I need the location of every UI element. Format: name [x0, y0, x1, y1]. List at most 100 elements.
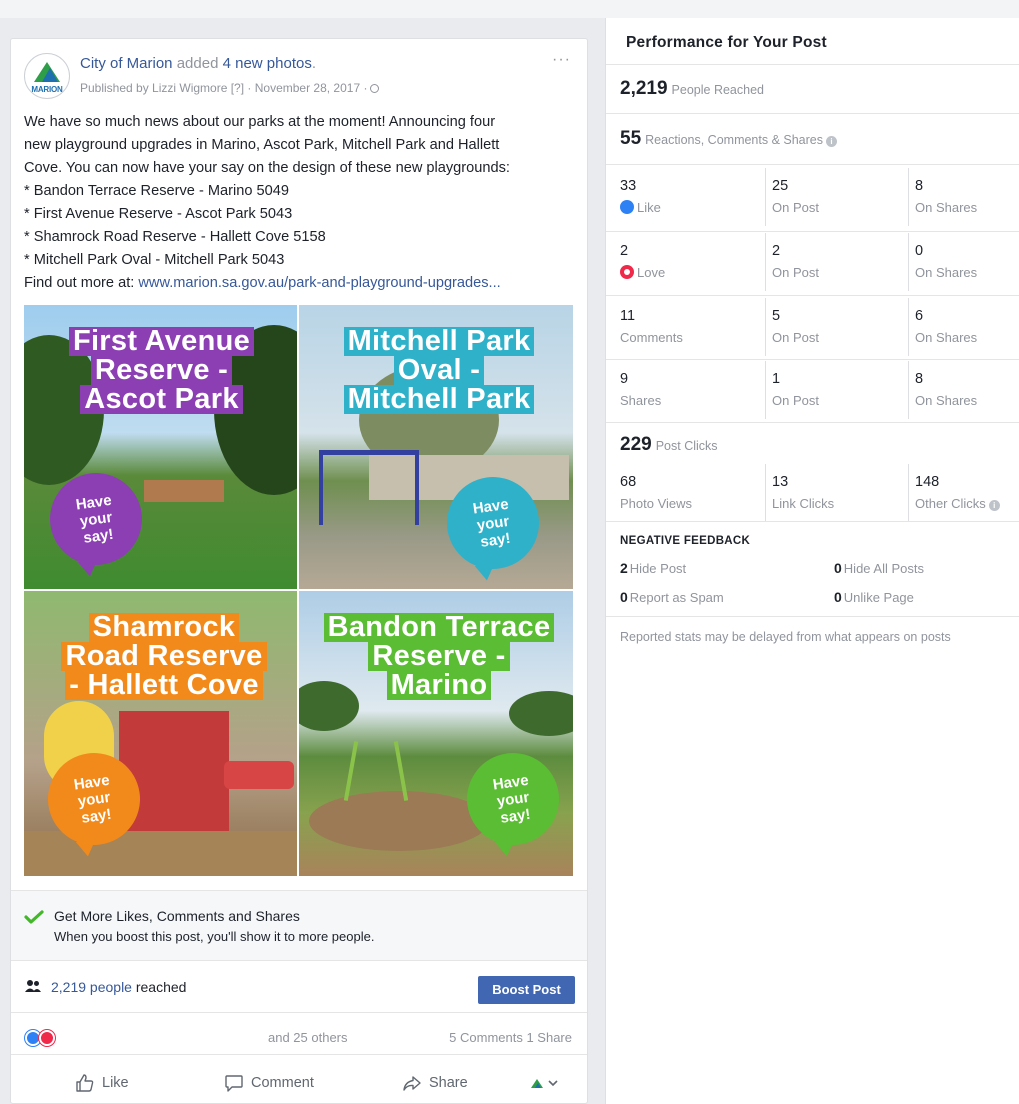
stat-label: On Post — [772, 265, 819, 280]
slide-shape — [224, 761, 294, 789]
reach-text: 2,219 people reached — [51, 979, 186, 995]
photo-grid: First Avenue Reserve - Ascot Park Have yo… — [24, 305, 573, 876]
bubble-line: say! — [479, 529, 512, 551]
building-shape — [144, 480, 224, 502]
stat-label: Comments — [620, 330, 683, 345]
stat-label: On Post — [772, 200, 819, 215]
stat-value: 1 — [772, 371, 781, 387]
divider — [606, 422, 1019, 423]
swing-pole-shape — [343, 741, 359, 801]
post-text-line: * Bandon Terrace Reserve - Marino 5049 — [24, 183, 289, 199]
ground-shape — [24, 831, 297, 876]
share-button[interactable]: Share — [402, 1071, 468, 1095]
stat-value: 8 — [915, 178, 924, 194]
published-by-text[interactable]: Published by Lizzi Wigmore [?] · Novembe… — [80, 81, 367, 95]
stat-value: 5 — [772, 308, 781, 324]
neg-label: Hide Post — [629, 561, 687, 576]
stat-value: 148 — [915, 474, 940, 490]
stat-value: 6 — [915, 308, 924, 324]
stat-cell: 8 On Shares — [908, 361, 1018, 419]
find-more-link[interactable]: www.marion.sa.gov.au/park-and-playground… — [138, 275, 500, 291]
tile-title: First Avenue Reserve - Ascot Park — [54, 327, 269, 414]
boost-tip-subtitle: When you boost this post, you'll show it… — [54, 929, 375, 944]
stat-cell: 0 On Shares — [908, 233, 1018, 291]
tile-title-line: Mitchell Park — [343, 385, 535, 414]
post-card: MARION City of Marion added 4 new photos… — [10, 38, 588, 1104]
stat-value: 9 — [620, 371, 629, 387]
post-text: We have so much news about our parks at … — [24, 111, 584, 295]
other-clicks-text: Other Clicks — [915, 496, 986, 511]
page-avatar[interactable]: MARION — [24, 53, 70, 99]
comment-button[interactable]: Comment — [224, 1071, 314, 1095]
divider — [606, 113, 1019, 114]
tile-title-line: Ascot Park — [80, 385, 243, 414]
bubble-line: say! — [499, 805, 532, 827]
neg-hide-post: 2 Hide Post — [620, 560, 686, 576]
like-text: Like — [637, 200, 661, 215]
stat-row-love: 2 Love 2 On Post 0 On Shares — [606, 233, 1019, 293]
tile-title-line: First Avenue — [68, 327, 255, 356]
info-icon[interactable]: i — [826, 136, 837, 147]
stat-label: On Shares — [915, 265, 978, 280]
love-icon — [620, 265, 634, 279]
tile-title: Shamrock Road Reserve - Hallett Cove — [54, 613, 274, 700]
page-selector-button[interactable] — [529, 1071, 559, 1095]
boost-post-button[interactable]: Boost Post — [478, 976, 575, 1004]
stat-label: Like — [620, 200, 661, 215]
stat-cell: 8 On Shares — [908, 168, 1018, 226]
people-reached-link[interactable]: 2,219 people — [51, 979, 132, 995]
divider — [606, 295, 1019, 296]
stat-label: Link Clicks — [772, 496, 835, 511]
stat-cell: 5 On Post — [765, 298, 905, 356]
reactions-others-text[interactable]: and 25 others — [268, 1030, 348, 1045]
tile-title-line: Reserve - — [90, 356, 233, 385]
post-text-line: * First Avenue Reserve - Ascot Park 5043 — [24, 206, 293, 222]
photos-link[interactable]: 4 new photos — [223, 55, 312, 72]
stat-label: On Post — [772, 330, 819, 345]
boost-tip-title: Get More Likes, Comments and Shares — [54, 908, 300, 924]
info-icon[interactable]: i — [988, 500, 1000, 511]
stat-value: 2 — [772, 243, 781, 259]
stat-value: 2 — [620, 243, 629, 259]
photo-tile-bandon-terrace[interactable]: Bandon Terrace Reserve - Marino Have your… — [299, 591, 573, 876]
post-clicks-number: 229 — [620, 434, 652, 455]
sandpit-shape — [309, 791, 489, 851]
stat-value: 0 — [915, 243, 924, 259]
neg-number: 0 — [834, 589, 842, 605]
photo-tile-shamrock-road[interactable]: Shamrock Road Reserve - Hallett Cove Hav… — [24, 591, 297, 876]
stat-label: On Shares — [915, 330, 978, 345]
love-reaction-icon[interactable] — [39, 1030, 55, 1046]
stat-value: 11 — [620, 308, 636, 324]
tile-title-line: Mitchell Park — [343, 327, 535, 356]
love-text: Love — [637, 265, 666, 280]
divider — [606, 616, 1019, 617]
comment-icon — [225, 1075, 243, 1092]
stat-row-clicks: 68 Photo Views 13 Link Clicks 148 Other … — [606, 464, 1019, 524]
stats-delay-note: Reported stats may be delayed from what … — [620, 630, 951, 644]
photo-tile-first-avenue[interactable]: First Avenue Reserve - Ascot Park Have yo… — [24, 305, 297, 589]
reached-suffix: reached — [135, 979, 187, 995]
performance-panel: Performance for Your Post 2,219 People Re… — [605, 18, 1019, 1104]
post-header: MARION City of Marion added 4 new photos… — [11, 39, 587, 103]
neg-number: 2 — [620, 560, 628, 576]
more-options-icon[interactable]: ··· — [552, 51, 571, 69]
reactions-row: and 25 others 5 Comments 1 Share — [11, 1015, 587, 1055]
tile-title: Mitchell Park Oval - Mitchell Park — [324, 327, 554, 414]
stat-cell: 148 Other Clicks i — [908, 464, 1018, 522]
stat-label: On Shares — [915, 393, 978, 408]
swing-pole-shape — [319, 450, 323, 525]
stat-cell: 2 On Post — [765, 233, 905, 291]
headline-period: . — [311, 55, 316, 72]
like-button[interactable]: Like — [75, 1071, 129, 1095]
page-name-link[interactable]: City of Marion — [80, 55, 173, 72]
stat-value: 33 — [620, 178, 637, 194]
neg-label: Hide All Posts — [843, 561, 924, 576]
neg-label: Unlike Page — [843, 590, 914, 605]
find-more-prefix: Find out more at: — [24, 275, 135, 291]
avatar-logo-text: MARION — [31, 85, 63, 94]
photo-tile-mitchell-park[interactable]: Mitchell Park Oval - Mitchell Park Have y… — [299, 305, 573, 589]
comments-shares-count[interactable]: 5 Comments 1 Share — [449, 1030, 572, 1045]
stat-cell: 2 Love — [620, 233, 760, 291]
people-reached-label: People Reached — [671, 83, 764, 97]
engagement-number: 55 — [620, 128, 642, 149]
